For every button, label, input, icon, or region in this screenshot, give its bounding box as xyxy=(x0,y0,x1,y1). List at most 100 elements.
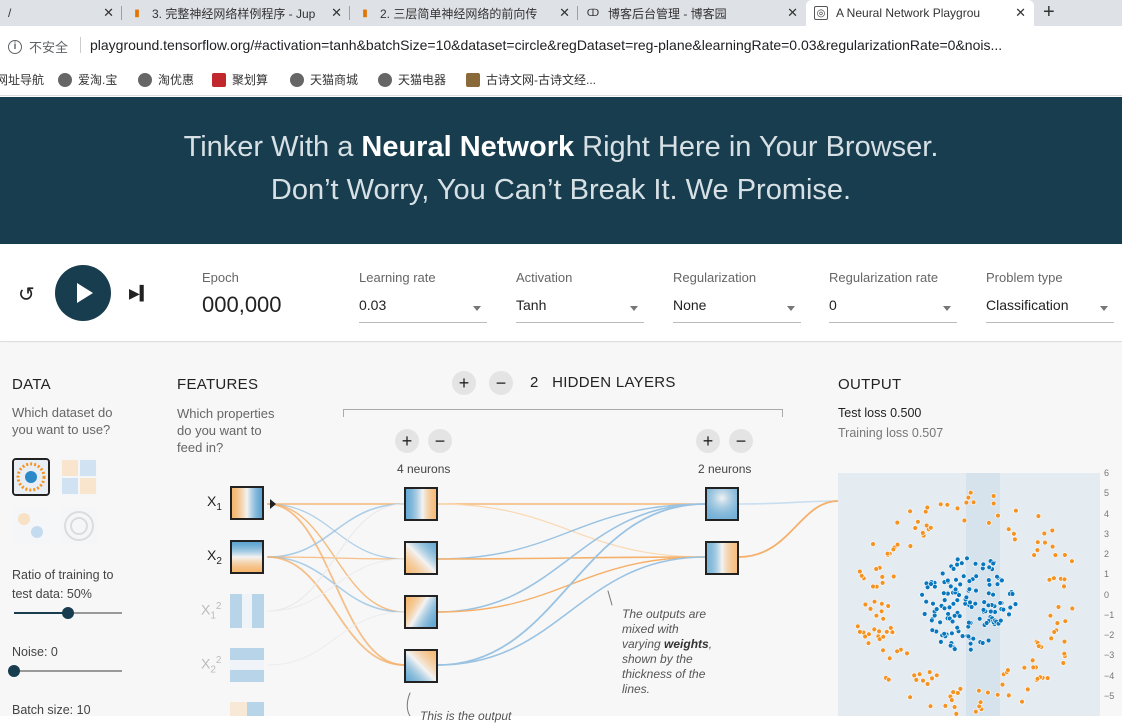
orange-data-point xyxy=(879,574,885,580)
output-annotation: This is the output xyxy=(420,709,512,723)
orange-data-point xyxy=(977,699,984,705)
feature-x2-squared-button[interactable] xyxy=(230,648,264,682)
blue-data-point xyxy=(988,608,994,615)
orange-data-point xyxy=(986,520,992,526)
blue-data-point xyxy=(951,613,958,619)
orange-data-point xyxy=(889,629,896,635)
orange-data-point xyxy=(970,499,977,505)
layer1-neuron-1[interactable] xyxy=(404,487,438,521)
tab-5-active[interactable]: ◎ A Neural Network Playgrou ✕ xyxy=(806,0,1034,26)
regularization-rate-select[interactable]: 0 xyxy=(829,297,957,323)
close-icon[interactable]: ✕ xyxy=(787,5,798,21)
orange-data-point xyxy=(871,598,878,605)
regularization-rate-value: 0 xyxy=(829,297,837,313)
blue-data-point xyxy=(957,581,963,588)
orange-data-point xyxy=(880,634,886,640)
dataset-xor-button[interactable] xyxy=(60,458,98,496)
blue-data-point xyxy=(959,633,966,639)
close-icon[interactable]: ✕ xyxy=(103,5,114,21)
security-indicator[interactable]: i 不安全 xyxy=(8,37,68,56)
add-neuron-layer2-button[interactable]: + xyxy=(696,429,720,453)
orange-data-point xyxy=(1062,552,1068,558)
layer1-neuron-3[interactable] xyxy=(404,595,438,629)
noise-slider[interactable] xyxy=(14,670,122,672)
reset-icon[interactable]: ↺ xyxy=(18,282,35,307)
feature-x1-squared-heatmap xyxy=(230,594,264,628)
orange-data-point xyxy=(857,568,863,575)
play-button[interactable] xyxy=(55,265,111,321)
problem-type-value: Classification xyxy=(986,297,1069,313)
remove-neuron-layer1-button[interactable]: − xyxy=(428,429,452,453)
orange-data-point xyxy=(884,629,890,635)
remove-layer-button[interactable]: − xyxy=(489,371,513,395)
tab-3[interactable]: ▮ 2. 三层简单神经网络的前向传 ✕ xyxy=(350,0,578,26)
close-icon[interactable]: ✕ xyxy=(559,5,570,21)
axis-tick-label: −5 xyxy=(1104,690,1115,701)
bookmark-item[interactable]: 天猫电器 xyxy=(378,71,446,88)
remove-neuron-layer2-button[interactable]: − xyxy=(729,429,753,453)
feature-x2-button[interactable] xyxy=(230,540,264,574)
neuron-heatmap xyxy=(406,651,436,681)
blue-data-point xyxy=(986,582,993,588)
bookmark-item[interactable]: 淘优惠 xyxy=(138,71,194,88)
ratio-slider-handle[interactable] xyxy=(62,607,74,619)
step-icon[interactable]: ▶▍ xyxy=(129,285,151,302)
orange-data-point xyxy=(1055,604,1062,610)
orange-data-point xyxy=(1006,526,1012,532)
orange-data-point xyxy=(1051,575,1057,581)
bookmark-label: 古诗文网-古诗文经... xyxy=(486,73,596,87)
control-bar: ↺ ▶▍ Epoch 000,000 Learning rate 0.03 Ac… xyxy=(0,244,1122,342)
header-line-1: Tinker With a Neural Network Right Here … xyxy=(183,131,939,163)
bookmark-item[interactable]: 爱淘.宝 xyxy=(58,71,117,88)
layer1-neuron-2[interactable] xyxy=(404,541,438,575)
axis-tick-label: 4 xyxy=(1104,508,1110,519)
blue-data-point xyxy=(929,627,936,633)
dataset-spiral-button[interactable] xyxy=(60,507,98,545)
tab-2[interactable]: ▮ 3. 完整神经网络样例程序 - Jup ✕ xyxy=(122,0,350,26)
bookmark-item[interactable]: 聚划算 xyxy=(212,71,268,88)
problem-type-select[interactable]: Classification xyxy=(986,297,1114,323)
bookmark-item[interactable]: 古诗文网-古诗文经... xyxy=(466,71,596,88)
regularization-select[interactable]: None xyxy=(673,297,801,323)
tab-1[interactable]: / ✕ xyxy=(0,0,122,26)
activation-select[interactable]: Tanh xyxy=(516,297,644,323)
output-plot xyxy=(838,473,1100,716)
url-field[interactable]: playground.tensorflow.org/#activation=ta… xyxy=(90,37,1002,53)
arrow-icon xyxy=(270,499,276,509)
tab-title: 2. 三层简单神经网络的前向传 xyxy=(380,6,538,21)
tab-4[interactable]: ↀ 博客后台管理 - 博客园 ✕ xyxy=(578,0,806,26)
bookmark-item[interactable]: 网址导航 xyxy=(0,71,44,88)
dataset-gaussian-button[interactable] xyxy=(12,507,50,545)
orange-data-point xyxy=(878,608,885,615)
orange-data-point xyxy=(855,623,861,630)
blue-data-point xyxy=(954,625,960,631)
layer1-neuron-4[interactable] xyxy=(404,649,438,683)
circle-dataset-icon xyxy=(14,460,48,494)
axis-tick-label: 1 xyxy=(1104,569,1110,580)
blue-data-point xyxy=(980,640,986,646)
orange-data-point xyxy=(1062,618,1069,624)
noise-slider-handle[interactable] xyxy=(8,665,20,677)
blue-data-point xyxy=(941,631,947,637)
blue-data-point xyxy=(986,564,992,571)
close-icon[interactable]: ✕ xyxy=(1015,5,1026,21)
orange-data-point xyxy=(880,647,886,654)
blue-data-point xyxy=(946,604,953,611)
orange-data-point xyxy=(885,676,892,683)
orange-data-point xyxy=(904,650,910,657)
bookmark-label: 爱淘.宝 xyxy=(78,73,118,87)
feature-x1-button[interactable] xyxy=(230,486,264,520)
bookmark-item[interactable]: 天猫商城 xyxy=(290,71,358,88)
feature-x1x2-button[interactable] xyxy=(230,702,264,716)
new-tab-button[interactable]: + xyxy=(1043,1,1055,24)
layer2-neuron-1[interactable] xyxy=(705,487,739,521)
close-icon[interactable]: ✕ xyxy=(331,5,342,21)
feature-x2-heatmap xyxy=(232,542,262,572)
orange-data-point xyxy=(1030,664,1037,671)
learning-rate-select[interactable]: 0.03 xyxy=(359,297,487,323)
feature-x1-squared-button[interactable] xyxy=(230,594,264,628)
add-neuron-layer1-button[interactable]: + xyxy=(395,429,419,453)
add-layer-button[interactable]: + xyxy=(452,371,476,395)
layer2-neuron-2[interactable] xyxy=(705,541,739,575)
dataset-circle-button[interactable] xyxy=(12,458,50,496)
